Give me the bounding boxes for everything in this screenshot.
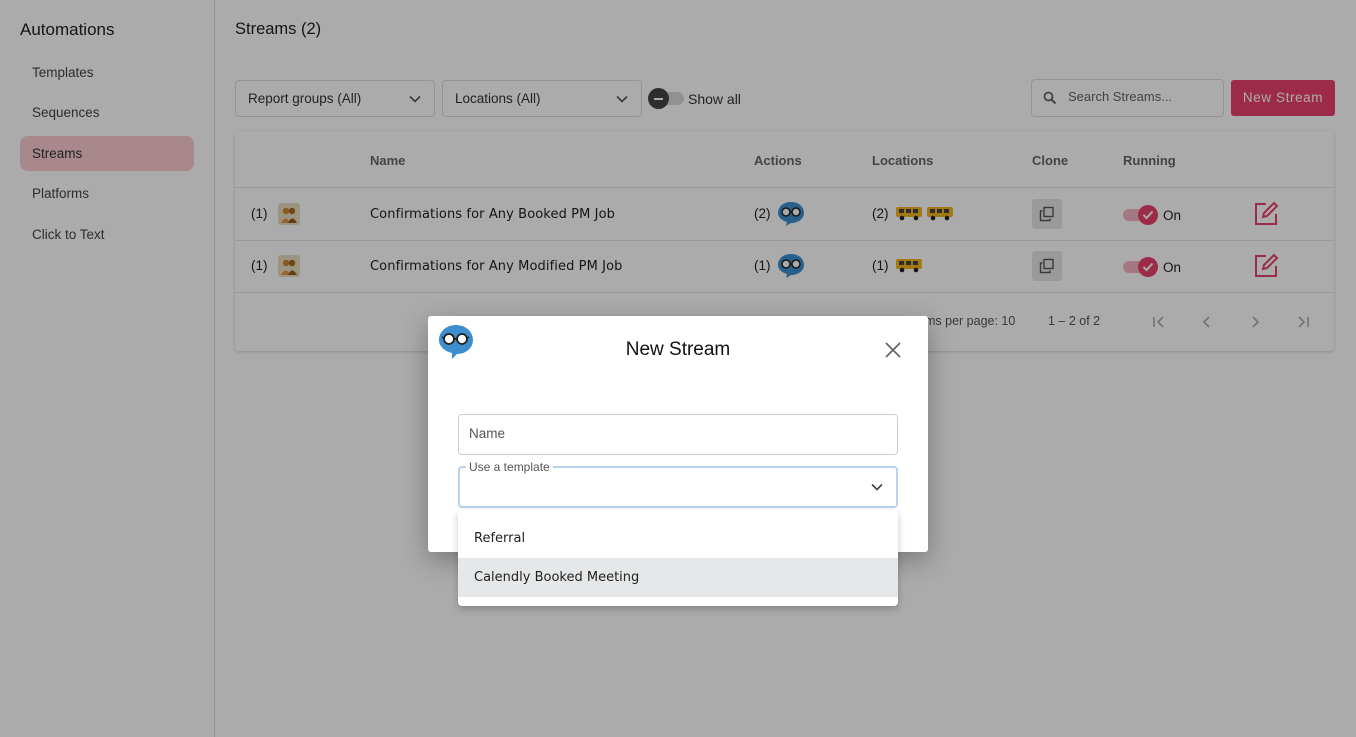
dialog-title: New Stream (625, 339, 731, 360)
close-icon[interactable] (884, 341, 902, 359)
template-option-referral[interactable]: Referral (458, 519, 898, 558)
template-select[interactable]: Use a template (458, 460, 898, 508)
name-field[interactable] (458, 414, 898, 455)
chevron-down-icon (871, 483, 883, 491)
template-select-label: Use a template (466, 460, 553, 474)
name-input[interactable] (469, 426, 879, 441)
template-option-calendly-booked-meeting[interactable]: Calendly Booked Meeting (458, 558, 898, 597)
template-dropdown-menu: Referral Calendly Booked Meeting (458, 510, 898, 606)
